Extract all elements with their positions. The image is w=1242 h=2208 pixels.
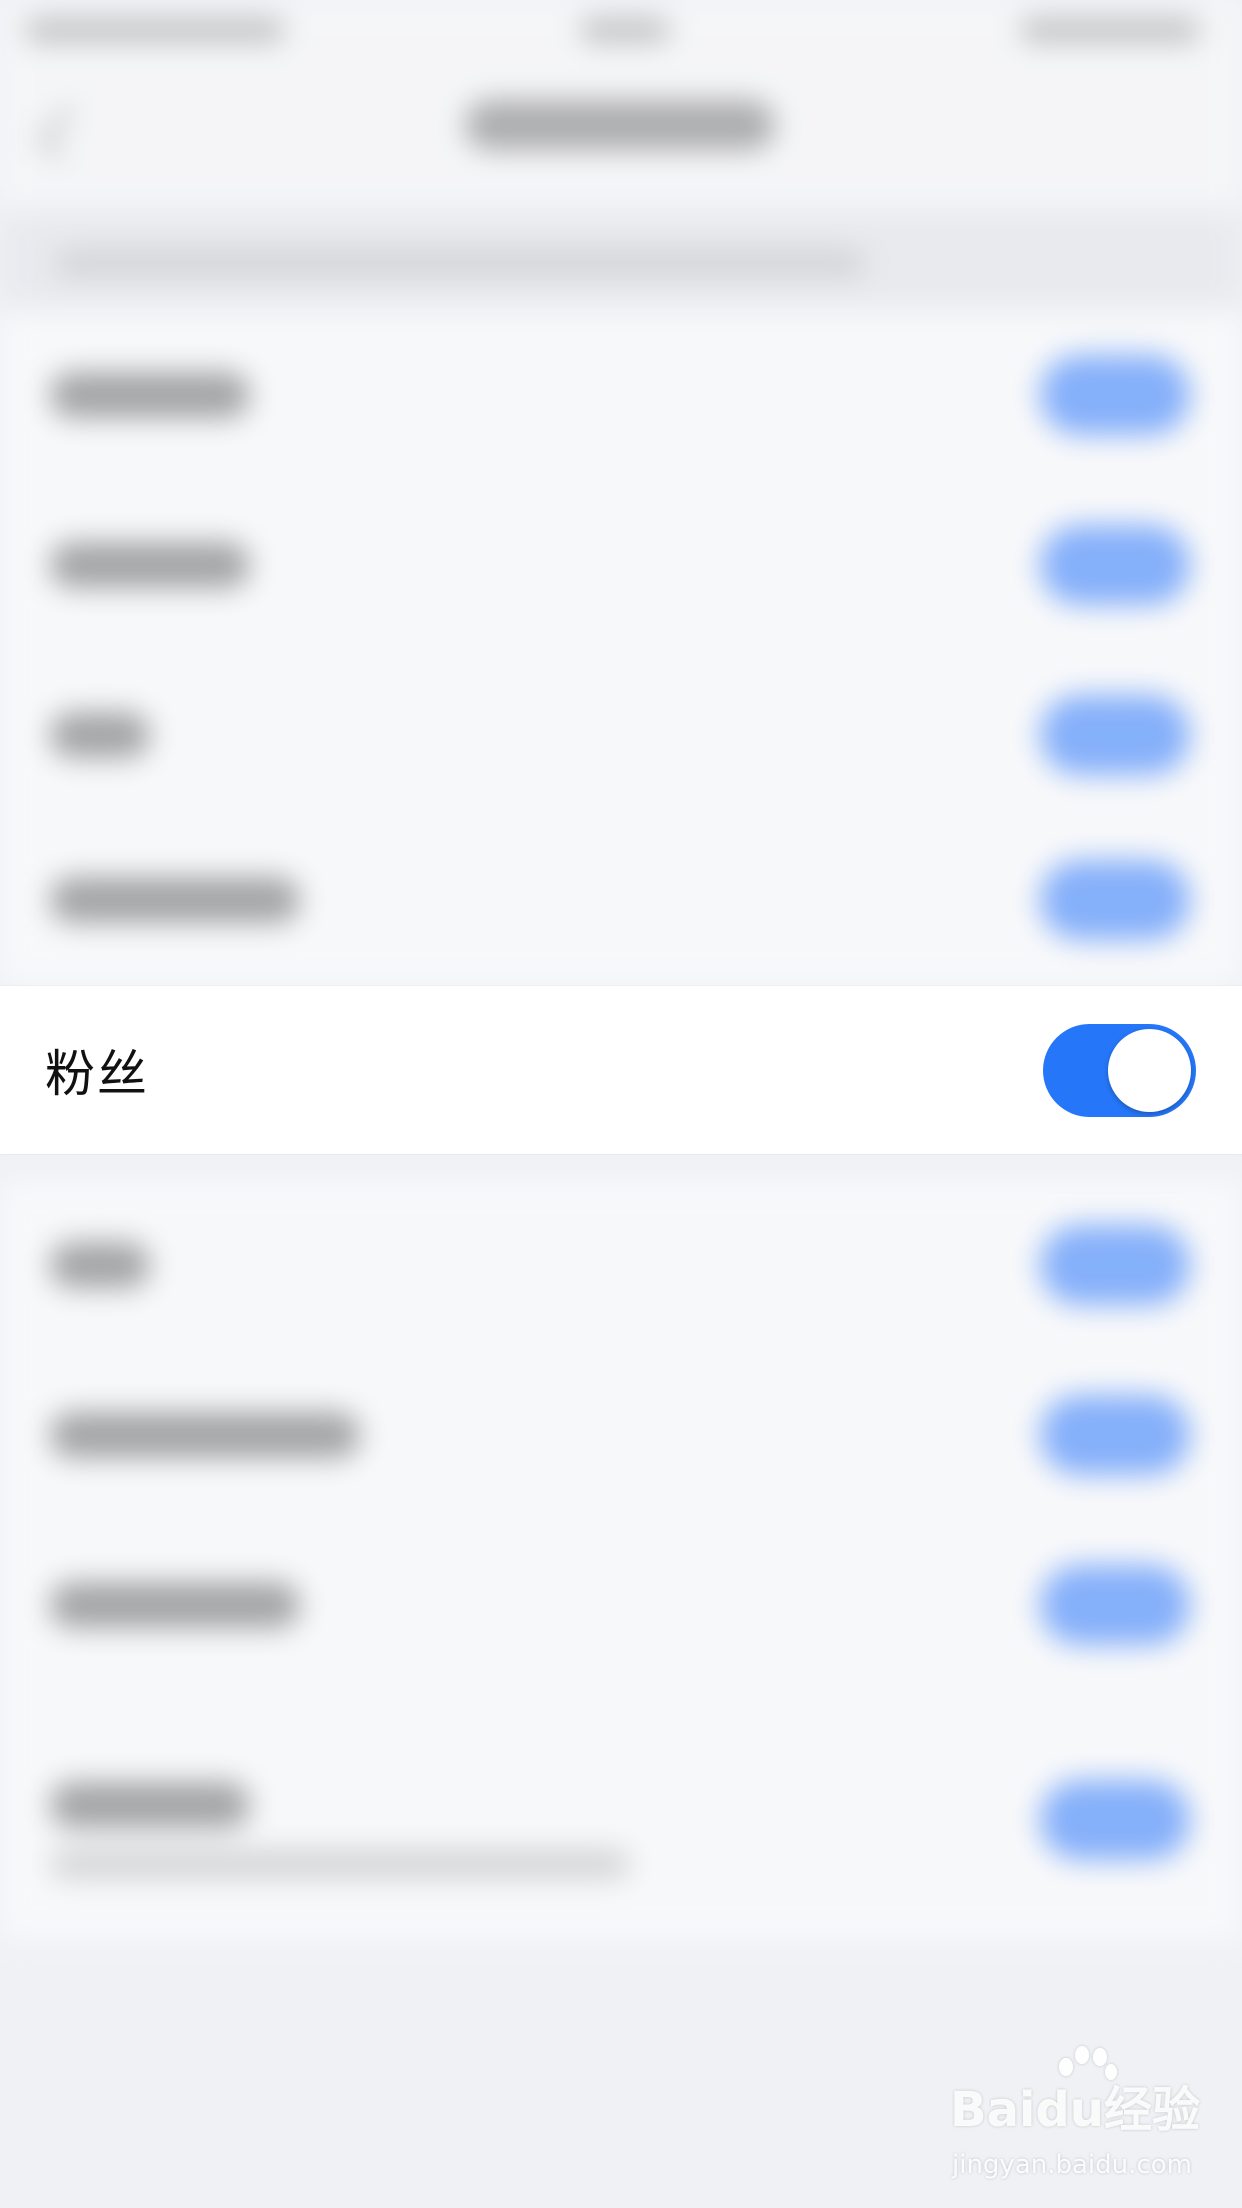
settings-row[interactable] xyxy=(0,310,1242,480)
row-description xyxy=(50,1850,630,1878)
toggle-knob xyxy=(1108,1029,1191,1112)
toggle-switch[interactable] xyxy=(1040,695,1190,775)
settings-row[interactable] xyxy=(0,1720,1242,1920)
settings-row-fans[interactable]: 粉丝 xyxy=(0,985,1242,1155)
toggle-switch[interactable] xyxy=(1040,1225,1190,1305)
back-icon[interactable] xyxy=(38,106,92,160)
settings-group-2 xyxy=(0,1180,1242,1940)
settings-row[interactable] xyxy=(0,650,1242,820)
settings-group-1 xyxy=(0,310,1242,985)
settings-row[interactable] xyxy=(0,815,1242,985)
watermark-logo-text: Baidu经验 xyxy=(950,2082,1200,2138)
settings-row[interactable] xyxy=(0,1180,1242,1350)
status-right xyxy=(1020,18,1200,42)
toggle-switch[interactable] xyxy=(1040,1395,1190,1475)
status-time xyxy=(580,18,670,42)
row-label xyxy=(50,1782,250,1828)
fans-toggle-switch[interactable] xyxy=(1043,1024,1196,1117)
settings-row[interactable] xyxy=(0,480,1242,650)
row-label xyxy=(50,1412,360,1458)
watermark-url: jingyan.baidu.com xyxy=(952,2150,1192,2180)
baidu-jingyan-watermark: Baidu经验 jingyan.baidu.com xyxy=(950,2046,1210,2180)
toggle-switch[interactable] xyxy=(1040,355,1190,435)
nav-bar xyxy=(0,60,1242,210)
settings-row[interactable] xyxy=(0,1350,1242,1520)
status-left xyxy=(25,18,285,42)
status-bar xyxy=(0,0,1242,60)
row-label xyxy=(50,877,300,923)
section-header xyxy=(0,210,1242,310)
toggle-switch[interactable] xyxy=(1040,1565,1190,1645)
fans-label: 粉丝 xyxy=(45,1045,149,1103)
toggle-switch[interactable] xyxy=(1040,1780,1190,1860)
row-label xyxy=(50,542,250,588)
row-label xyxy=(50,372,250,418)
row-label xyxy=(50,1242,150,1288)
section-header-text xyxy=(55,250,865,276)
nav-title xyxy=(465,100,775,150)
row-label xyxy=(50,1582,300,1628)
row-label xyxy=(50,712,150,758)
toggle-switch[interactable] xyxy=(1040,860,1190,940)
settings-row[interactable] xyxy=(0,1520,1242,1690)
toggle-switch[interactable] xyxy=(1040,525,1190,605)
